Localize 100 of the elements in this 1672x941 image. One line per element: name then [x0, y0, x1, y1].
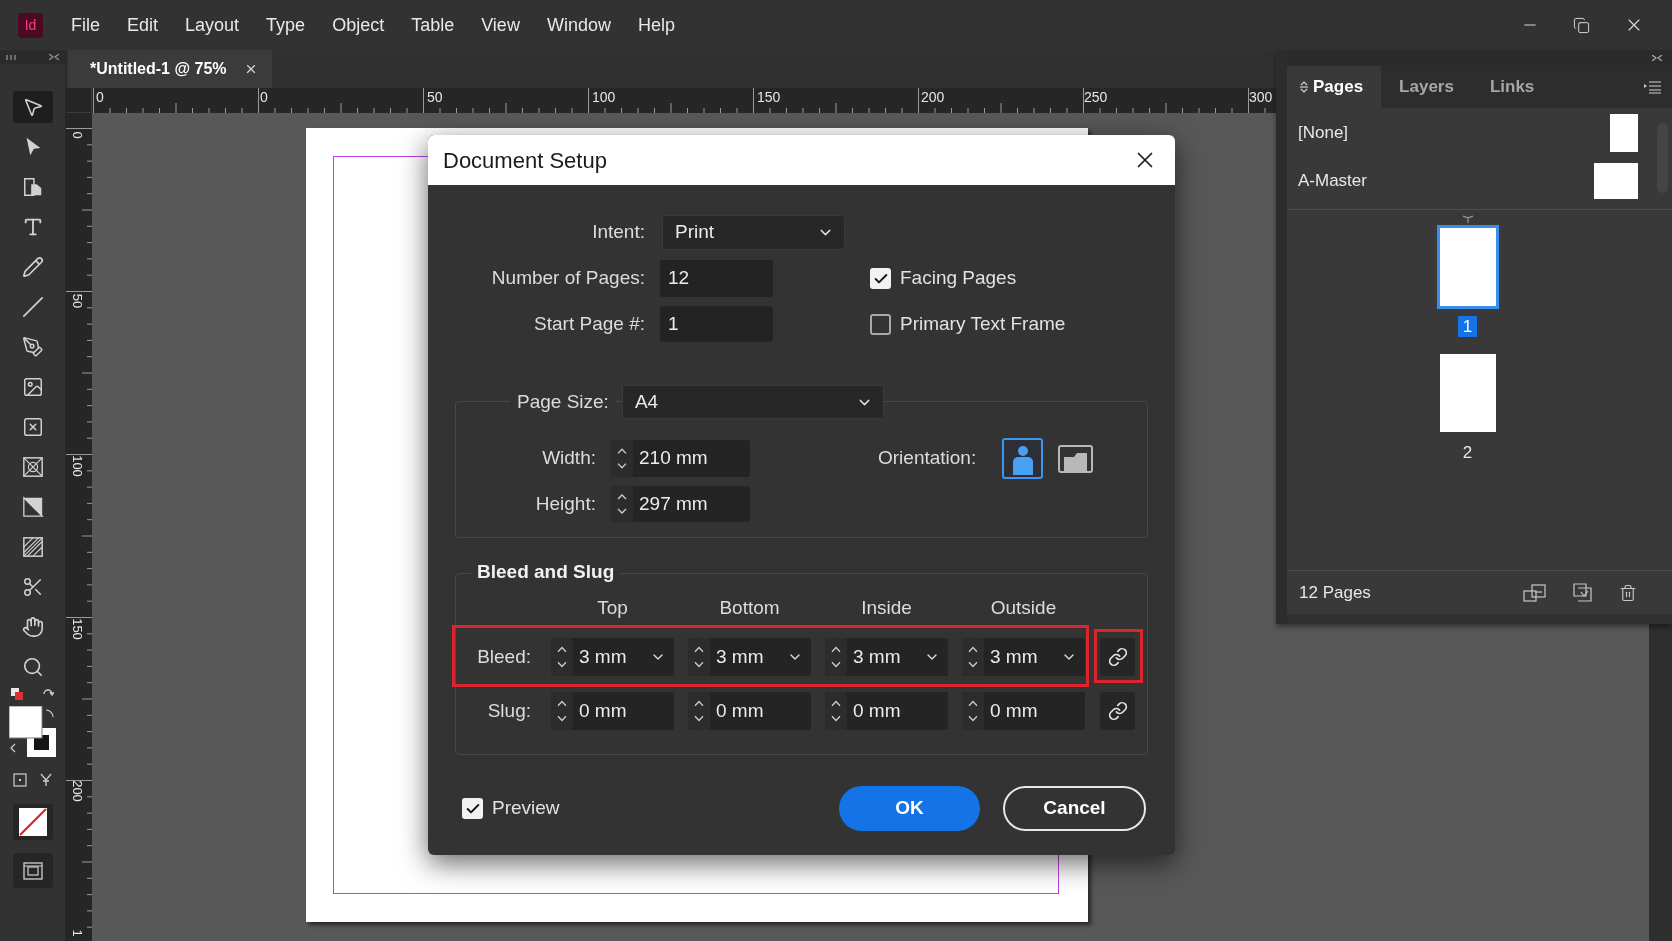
menu-item[interactable]: File	[71, 13, 100, 37]
panel-tab[interactable]: Links	[1471, 66, 1553, 108]
checkbox[interactable]	[462, 798, 483, 819]
pen-nib-icon	[21, 336, 44, 358]
stepper-arrows-icon	[688, 692, 710, 730]
spin-field[interactable]: 0 mm	[551, 692, 674, 730]
stepper-arrows-icon	[611, 440, 633, 477]
text-field[interactable]: 1	[660, 306, 773, 342]
master-thumbnail[interactable]	[1610, 114, 1638, 152]
stepper-arrows-icon	[825, 692, 847, 730]
ruler-label: 0	[260, 90, 268, 105]
panel-menu-icon[interactable]	[1644, 80, 1661, 94]
master-name[interactable]: [None]	[1298, 120, 1349, 146]
dialog-title: Document Setup	[443, 146, 607, 175]
field-label: Number of Pages:	[490, 266, 645, 291]
spin-field[interactable]: 0 mm	[962, 692, 1085, 730]
grip-icon	[6, 54, 16, 60]
ruler-label: 100	[592, 90, 616, 105]
text-format-icon	[40, 773, 52, 787]
menu-item[interactable]: Type	[266, 13, 306, 37]
ruler-label: 200	[70, 780, 84, 802]
ruler-label: 150	[70, 618, 84, 640]
orientation-button[interactable]	[1002, 438, 1043, 479]
spin-field[interactable]: 0 mm	[825, 692, 948, 730]
hatched-square-icon	[21, 536, 44, 558]
master-thumbnail[interactable]	[1594, 163, 1638, 199]
none-swatch-icon	[18, 808, 47, 836]
page-count: 12 Pages	[1299, 581, 1371, 604]
default-swatches-icon	[11, 688, 23, 700]
master-name[interactable]: A-Master	[1298, 168, 1367, 194]
menu-item[interactable]: Layout	[185, 13, 240, 37]
spine-mark-icon	[1461, 215, 1474, 223]
spin-dropdown-field[interactable]: 3 mm	[688, 638, 811, 676]
menu-item[interactable]: Window	[546, 13, 611, 37]
close-icon[interactable]	[244, 62, 258, 76]
collapse-icon	[49, 54, 59, 60]
page-cursor-icon	[21, 176, 44, 198]
spin-field[interactable]: 210 mm	[611, 440, 750, 477]
scissors-icon	[21, 576, 44, 598]
new-page-icon[interactable]	[1573, 583, 1592, 602]
text-field[interactable]: 12	[660, 260, 773, 297]
ruler-label: 300	[1249, 90, 1273, 105]
page-thumbnail[interactable]	[1436, 225, 1499, 309]
spin-dropdown-field[interactable]: 3 mm	[825, 638, 948, 676]
field-label: Start Page #:	[533, 311, 645, 336]
secondary-button[interactable]: Cancel	[1003, 786, 1146, 831]
fill-stroke-swatches-icon	[8, 706, 57, 758]
dropdown[interactable]: Print	[662, 215, 845, 250]
checkbox-label: Preview	[492, 796, 560, 821]
ruler-label: 200	[921, 90, 945, 105]
link-button[interactable]	[1100, 692, 1135, 730]
chain-link-icon	[1107, 647, 1128, 667]
checkbox[interactable]	[870, 313, 891, 335]
stepper-arrows-icon	[825, 638, 847, 676]
spin-field[interactable]: 297 mm	[611, 486, 750, 522]
link-button[interactable]	[1100, 638, 1135, 676]
line-icon	[21, 296, 44, 318]
spin-dropdown-field[interactable]: 3 mm	[551, 638, 674, 676]
collapse-icon	[1652, 55, 1662, 61]
menu-item[interactable]: Table	[411, 13, 455, 37]
restore-icon[interactable]	[1573, 16, 1590, 34]
dropdown[interactable]: A4	[621, 385, 884, 419]
stepper-arrows-icon	[551, 692, 573, 730]
page-thumbnail[interactable]	[1439, 354, 1496, 432]
ruler-label: 50	[70, 293, 84, 309]
checkbox[interactable]	[870, 268, 891, 289]
stepper-arrows-icon	[962, 692, 984, 730]
document-tab[interactable]: *Untitled-1 @ 75%	[68, 50, 272, 88]
landscape-sheet-icon	[1058, 444, 1093, 473]
stepper-arrows-icon	[962, 638, 984, 676]
search-icon	[21, 656, 44, 678]
panel-tab[interactable]: Layers	[1381, 66, 1472, 108]
ruler-label: 0	[70, 131, 84, 139]
stacked-pages-icon[interactable]	[1523, 583, 1546, 602]
page-number: 1	[1457, 316, 1478, 337]
stepper-arrows-icon	[551, 638, 573, 676]
menu-item[interactable]: View	[481, 13, 520, 37]
ruler-label: 50	[427, 90, 443, 105]
field-label: Bleed:	[476, 644, 531, 669]
scrollbar-track[interactable]	[1649, 624, 1672, 941]
panel-tab[interactable]: Pages	[1287, 66, 1382, 108]
pencil-icon	[21, 256, 44, 278]
primary-button[interactable]: OK	[839, 786, 980, 831]
app-logo: Id	[18, 12, 43, 38]
field-label: Orientation:	[878, 446, 978, 471]
field-label: Width:	[541, 446, 596, 471]
none-swatch-button[interactable]	[12, 804, 53, 840]
screen-mode-button[interactable]	[12, 853, 53, 888]
spin-dropdown-field[interactable]: 3 mm	[962, 638, 1085, 676]
tool-button[interactable]	[12, 91, 53, 123]
chain-link-icon	[1107, 701, 1128, 721]
checkbox-label: Facing Pages	[900, 266, 1017, 291]
person-icon	[1011, 445, 1034, 475]
spin-field[interactable]: 0 mm	[688, 692, 811, 730]
stepper-arrows-icon	[611, 486, 633, 522]
menu-item[interactable]: Edit	[127, 13, 159, 37]
trash-icon[interactable]	[1619, 583, 1637, 602]
checkbox-label: Primary Text Frame	[900, 311, 1066, 336]
menu-item[interactable]: Help	[637, 13, 675, 37]
menu-item[interactable]: Object	[332, 13, 385, 37]
